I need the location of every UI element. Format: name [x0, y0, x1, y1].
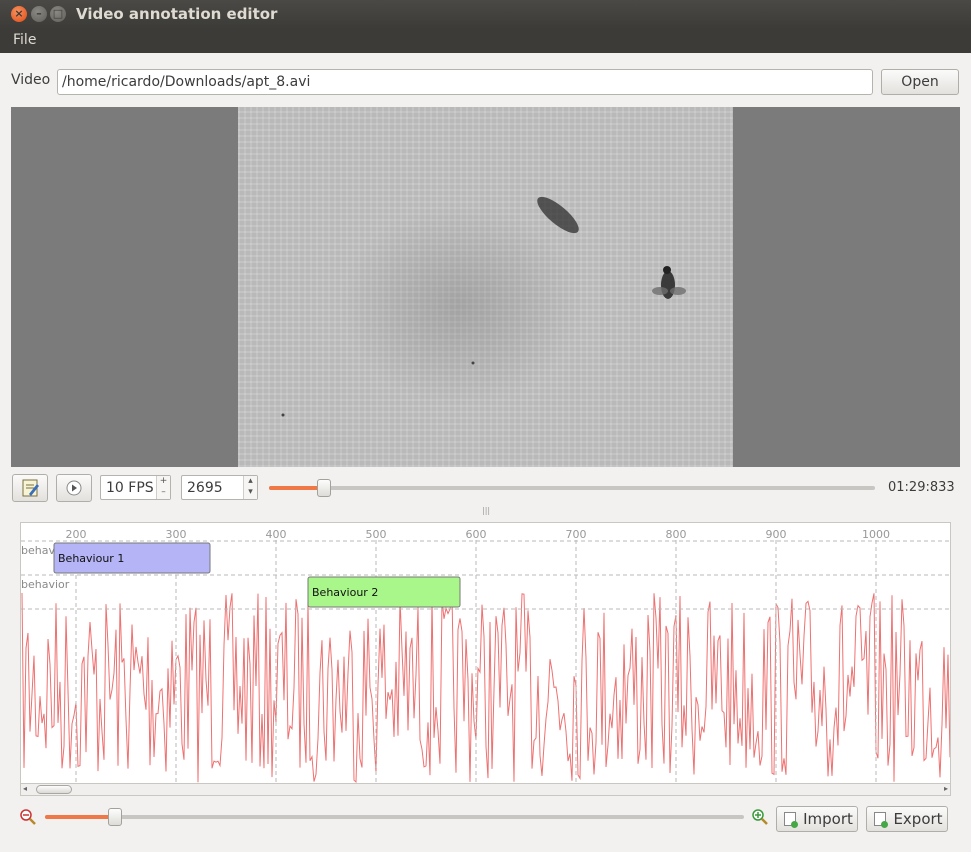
play-button[interactable]: [56, 474, 92, 502]
fly-body: [661, 271, 675, 299]
zoom-slider-handle[interactable]: [107, 808, 122, 826]
video-label: Video: [11, 72, 51, 88]
zoom-in-icon[interactable]: [752, 809, 768, 825]
event-label: Behaviour 1: [58, 552, 124, 565]
menu-file[interactable]: File: [13, 32, 36, 48]
tick-label: 300: [166, 528, 187, 541]
zoom-out-icon[interactable]: [20, 809, 36, 825]
time-display: 01:29:833: [888, 480, 955, 495]
fps-value: 10 FPS: [106, 480, 154, 496]
edit-icon: [22, 479, 39, 497]
play-icon: [66, 480, 82, 496]
import-label: Import: [803, 810, 853, 828]
video-frame-content: [281, 196, 686, 417]
tick-label: 1000: [862, 528, 890, 541]
zoom-slider-fill: [45, 815, 115, 819]
fly-blurred: [537, 196, 579, 234]
window-title: Video annotation editor: [76, 5, 278, 23]
fly-wing-left: [652, 287, 668, 295]
tick-label: 700: [566, 528, 587, 541]
video-frame: [238, 107, 733, 467]
frame-spinbox[interactable]: 2695 ▴ ▾: [181, 475, 258, 500]
open-button[interactable]: Open: [881, 69, 959, 95]
fly-wing-right: [670, 287, 686, 295]
tick-label: 400: [266, 528, 287, 541]
frame-stepper-arrows[interactable]: ▴ ▾: [243, 476, 257, 499]
menu-bar: File: [0, 29, 971, 53]
position-slider-fill: [269, 486, 324, 490]
import-button[interactable]: Import: [776, 806, 858, 832]
export-button[interactable]: Export: [866, 806, 948, 832]
tick-label: 500: [366, 528, 387, 541]
event-label: Behaviour 2: [312, 586, 378, 599]
tick-label: 900: [766, 528, 787, 541]
tick-label: 200: [66, 528, 87, 541]
speck: [281, 413, 285, 417]
title-bar: × – □ Video annotation editor: [0, 0, 971, 29]
splitter-handle[interactable]: |||: [482, 506, 490, 515]
signal-trace: [21, 592, 950, 783]
export-label: Export: [893, 810, 943, 828]
timeline-scrollbar[interactable]: ◂ ▸: [20, 783, 951, 796]
fps-stepper-arrows[interactable]: + –: [156, 476, 170, 499]
scrollbar-thumb[interactable]: [36, 785, 72, 794]
timeline-canvas[interactable]: 200 300 400 500 600 700 800 900 1000behaviorbeha…: [21, 523, 951, 786]
scroll-left-arrow-icon[interactable]: ◂: [23, 784, 27, 793]
export-icon: [874, 812, 888, 828]
fly-head: [663, 266, 671, 274]
maximize-window-icon[interactable]: □: [50, 6, 66, 22]
row-label: behavior: [21, 578, 70, 591]
import-icon: [784, 812, 798, 828]
speck: [471, 361, 475, 365]
minimize-window-icon[interactable]: –: [31, 6, 47, 22]
video-path-input[interactable]: [57, 69, 873, 95]
zoom-slider[interactable]: [45, 815, 744, 819]
video-display: [11, 107, 960, 467]
position-slider[interactable]: [269, 486, 875, 490]
annotate-button[interactable]: [12, 474, 48, 502]
timeline-panel[interactable]: 200 300 400 500 600 700 800 900 1000 behavior beha…: [20, 522, 951, 786]
frame-value: 2695: [187, 480, 223, 496]
scroll-right-arrow-icon[interactable]: ▸: [944, 784, 948, 793]
close-window-icon[interactable]: ×: [11, 6, 27, 22]
tick-label: 800: [666, 528, 687, 541]
position-slider-handle[interactable]: [316, 479, 331, 497]
fps-spinbox[interactable]: 10 FPS + –: [100, 475, 171, 500]
tick-label: 600: [466, 528, 487, 541]
